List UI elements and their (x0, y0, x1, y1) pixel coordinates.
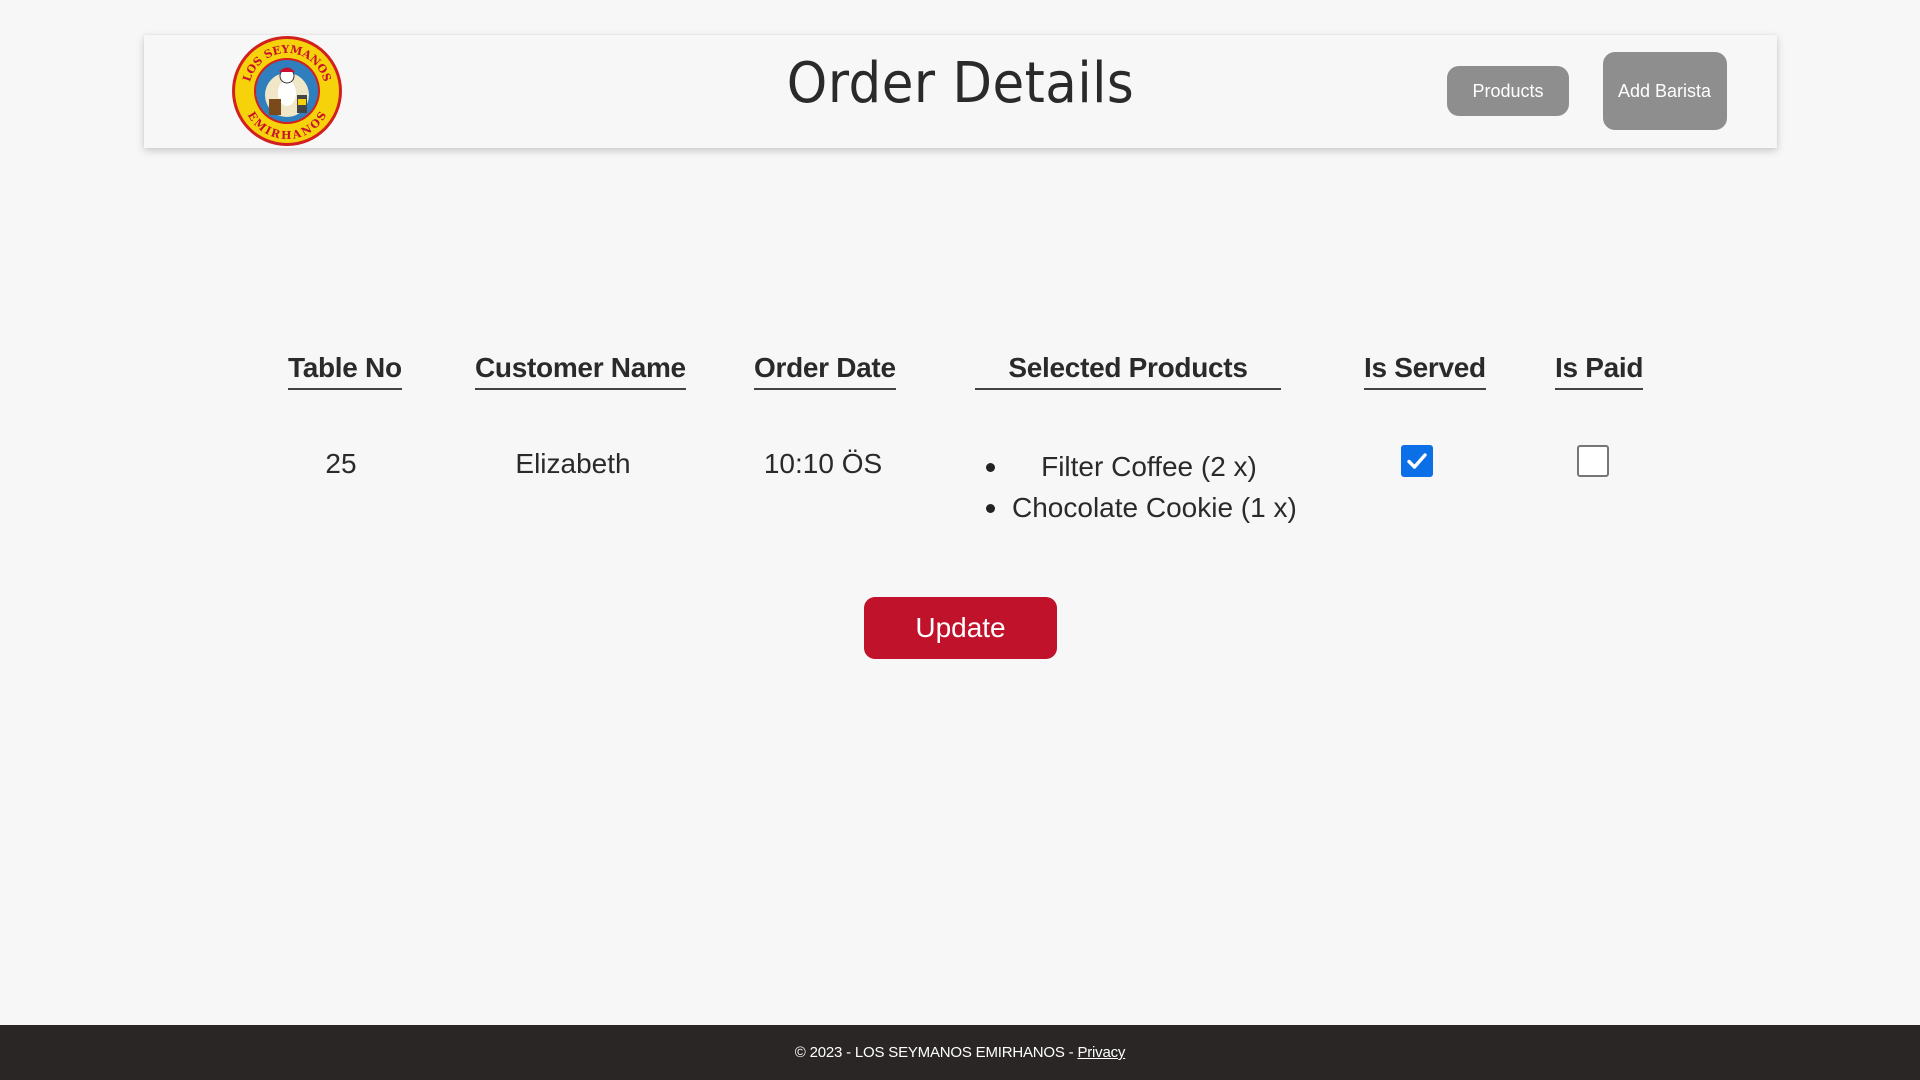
order-date-value: 10:10 ÖS (763, 448, 883, 479)
page: LOS SEYMANOS EMIRHANOS Order Details Pro… (0, 0, 1920, 1080)
column-header-is-served: Is Served (1364, 352, 1486, 390)
list-item: Filter Coffee (2 x) (976, 446, 1286, 487)
column-header-table-no: Table No (288, 352, 402, 390)
bullet-icon (986, 463, 995, 472)
table-no-value: 25 (325, 448, 357, 479)
product-item-label: Filter Coffee (2 x) (1041, 451, 1257, 482)
column-header-selected-products: Selected Products (975, 352, 1281, 390)
checkmark-icon (1407, 453, 1427, 469)
privacy-link[interactable]: Privacy (1077, 1044, 1125, 1061)
products-nav-button[interactable]: Products (1447, 66, 1569, 116)
copyright-text: © 2023 - LOS SEYMANOS EMIRHANOS - (794, 1044, 1078, 1061)
update-button[interactable]: Update (864, 597, 1057, 659)
site-header: LOS SEYMANOS EMIRHANOS Order Details Pro… (144, 35, 1777, 148)
customer-name-value: Elizabeth (515, 448, 631, 479)
add-barista-nav-button[interactable]: Add Barista (1603, 52, 1727, 130)
product-item-label: Chocolate Cookie (1 x) (1012, 492, 1297, 523)
site-footer: © 2023 - LOS SEYMANOS EMIRHANOS - Privac… (0, 1025, 1920, 1080)
column-header-customer-name: Customer Name (475, 352, 686, 390)
is-served-checkbox[interactable] (1401, 445, 1433, 477)
column-header-is-paid: Is Paid (1555, 352, 1643, 390)
selected-products-list: Filter Coffee (2 x) Chocolate Cookie (1 … (976, 446, 1297, 528)
list-item: Chocolate Cookie (1 x) (976, 487, 1297, 528)
bullet-icon (986, 504, 995, 513)
is-paid-checkbox[interactable] (1577, 445, 1609, 477)
column-header-order-date: Order Date (754, 352, 896, 390)
